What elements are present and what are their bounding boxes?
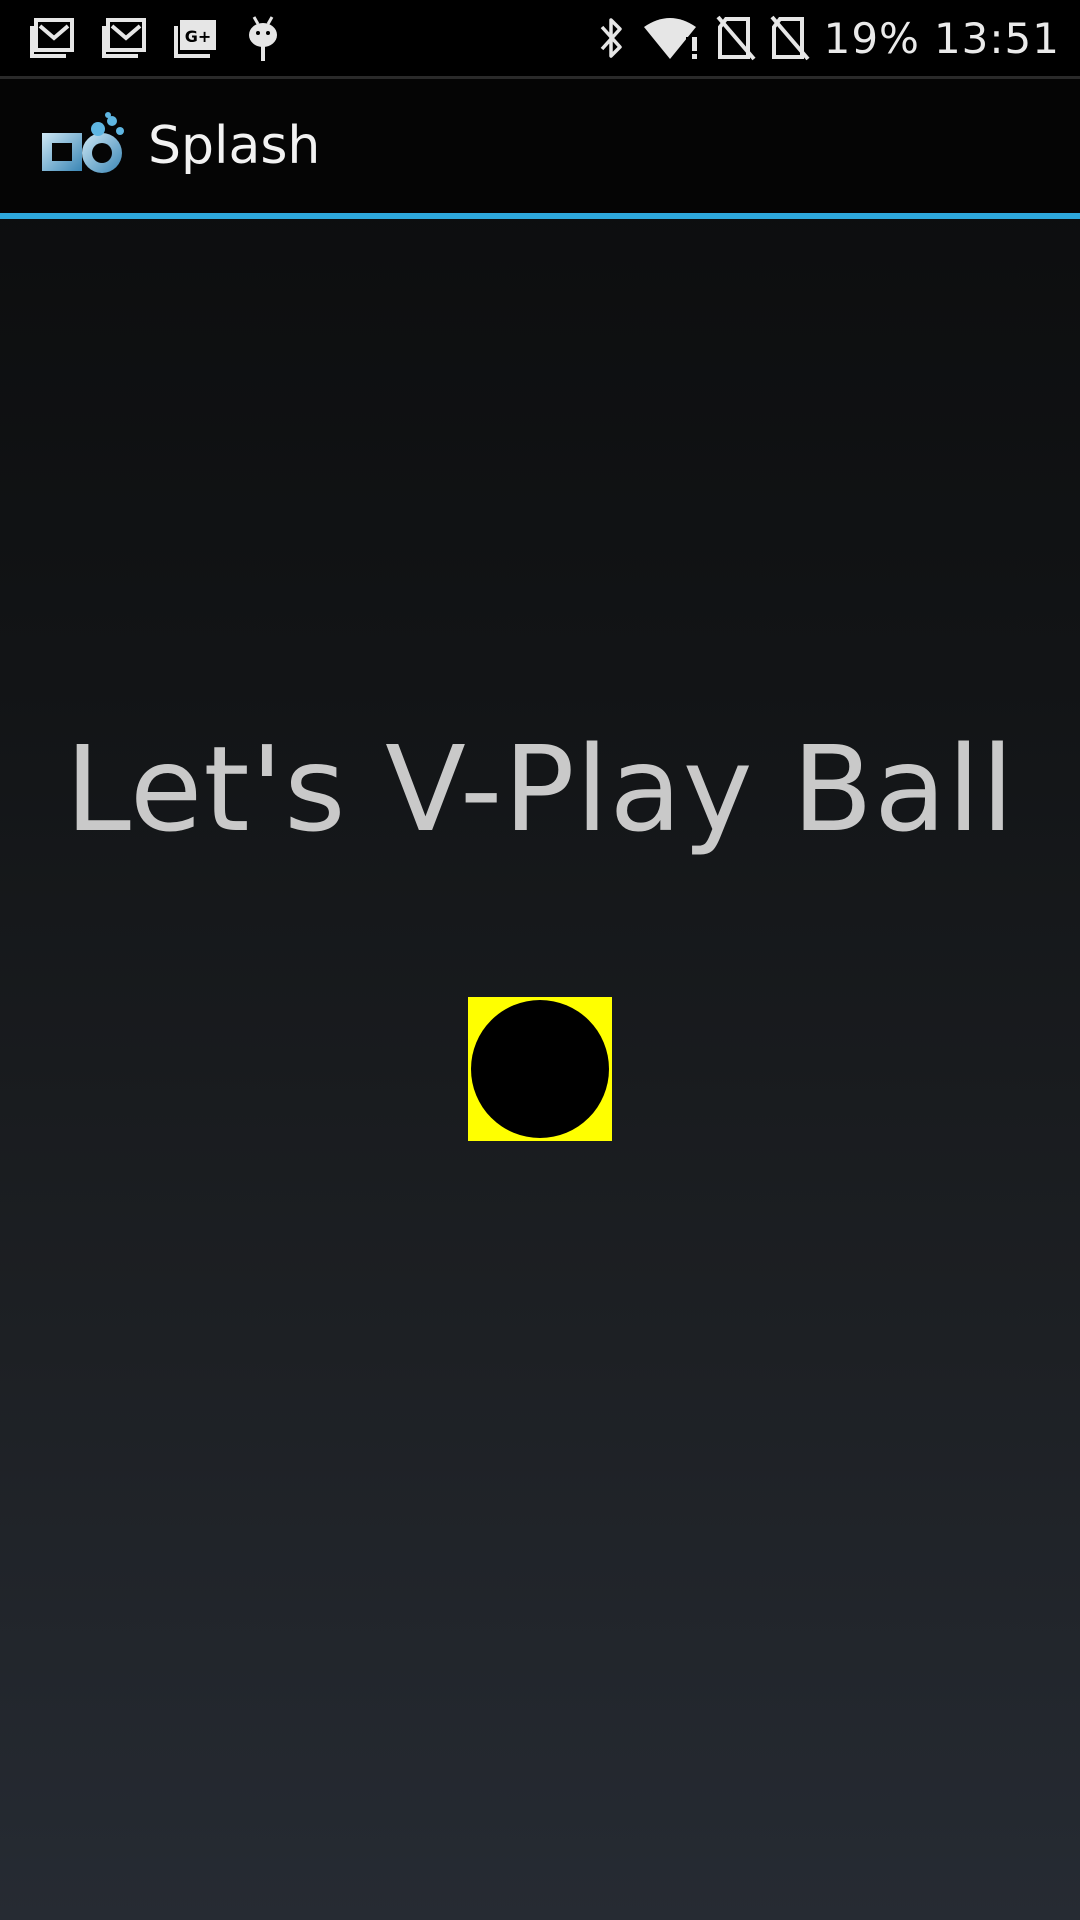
no-sim-icon [716, 15, 756, 61]
gmail-icon [30, 18, 74, 58]
app-bar-accent-line [0, 213, 1080, 219]
clock: 13:51 [933, 13, 1060, 63]
gmail-icon [102, 18, 146, 58]
app-bar: Splash [0, 79, 1080, 213]
status-bar: G+ 19% 13:51 [0, 0, 1080, 76]
splash-headline: Let's V-Play Ball [65, 720, 1015, 858]
wifi-alert-icon [642, 15, 702, 61]
battery-percent: 19% [823, 13, 920, 63]
system-icons: 19% 13:51 [594, 0, 1080, 76]
android-debug-icon [246, 15, 280, 61]
bluetooth-icon [594, 15, 628, 61]
ball [471, 1000, 609, 1138]
ball-sprite[interactable] [468, 997, 612, 1141]
svg-text:G+: G+ [185, 27, 212, 46]
notification-icons: G+ [0, 0, 280, 76]
google-plus-icon: G+ [174, 18, 218, 58]
app-logo-icon[interactable] [40, 111, 128, 181]
app-title: Splash [148, 116, 321, 176]
no-sim-icon [770, 15, 810, 61]
